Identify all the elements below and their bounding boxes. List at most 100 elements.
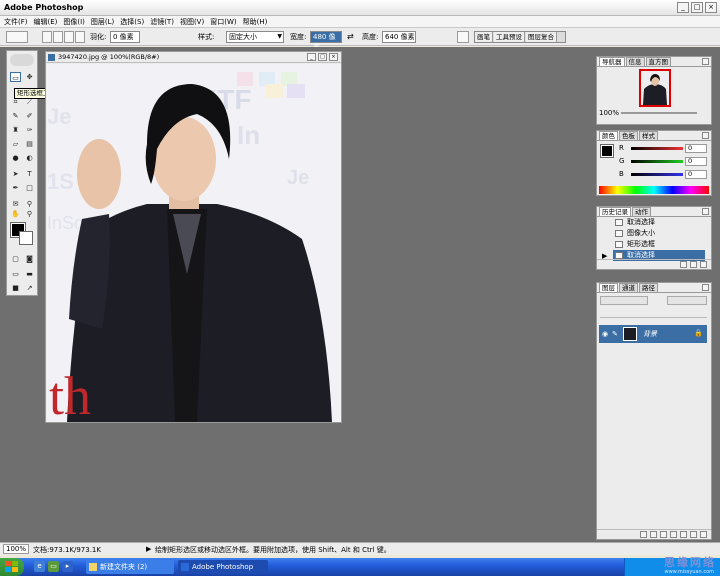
- zoom-tool-icon[interactable]: ⚲: [24, 209, 35, 219]
- dodge-tool-icon[interactable]: ◐: [24, 153, 35, 163]
- eraser-tool-icon[interactable]: ▱: [10, 139, 21, 149]
- tab-swatches[interactable]: 色板: [619, 131, 638, 140]
- blend-mode-select[interactable]: [600, 296, 648, 305]
- new-group-icon[interactable]: [670, 531, 677, 538]
- menu-filter[interactable]: 滤镜(T): [150, 16, 174, 27]
- tab-history[interactable]: 历史记录: [599, 207, 631, 216]
- navigator-zoom-value[interactable]: 100%: [599, 109, 619, 117]
- palette-well-tool-presets[interactable]: 工具预设: [494, 32, 525, 42]
- tab-paths[interactable]: 路径: [639, 283, 658, 292]
- panel-close-icon[interactable]: [702, 284, 709, 291]
- background-color-swatch[interactable]: [19, 231, 33, 245]
- healing-brush-icon[interactable]: ✎: [10, 111, 21, 121]
- subtract-selection-icon[interactable]: [64, 31, 74, 43]
- screen-mode-2-icon[interactable]: ▬: [24, 269, 35, 279]
- delete-layer-icon[interactable]: [700, 531, 707, 538]
- media-quicklaunch-icon[interactable]: ▸: [62, 561, 73, 572]
- doc-maximize-button[interactable]: □: [318, 53, 327, 61]
- swap-icon[interactable]: ⇄: [347, 31, 354, 43]
- channel-g-field[interactable]: 0: [685, 157, 707, 166]
- color-spectrum-bar[interactable]: [599, 186, 709, 194]
- history-item[interactable]: 图像大小: [613, 228, 705, 239]
- status-doc-size[interactable]: 文档:973.1K/973.1K: [33, 545, 101, 555]
- menu-window[interactable]: 窗口(W): [210, 16, 236, 27]
- new-document-icon[interactable]: [680, 261, 687, 268]
- tab-color[interactable]: 颜色: [599, 131, 618, 140]
- screen-mode-1-icon[interactable]: ▭: [10, 269, 21, 279]
- ie-quicklaunch-icon[interactable]: e: [34, 561, 45, 572]
- width-field[interactable]: 480 像素: [310, 31, 342, 51]
- task-new-folder[interactable]: 新建文件夹 (2): [86, 560, 174, 574]
- opacity-field[interactable]: [667, 296, 707, 305]
- status-zoom-field[interactable]: 100%: [3, 544, 29, 554]
- tab-layers[interactable]: 图层: [599, 283, 618, 292]
- lock-options-row[interactable]: [600, 309, 707, 318]
- type-tool-icon[interactable]: T: [24, 169, 35, 179]
- adobe-feather-icon[interactable]: [10, 54, 34, 66]
- trash-icon[interactable]: [700, 261, 707, 268]
- tab-styles[interactable]: 样式: [639, 131, 658, 140]
- link-layers-icon[interactable]: [640, 531, 647, 538]
- tab-channels[interactable]: 通道: [619, 283, 638, 292]
- history-item[interactable]: 矩形选框: [613, 239, 705, 250]
- channel-b-slider[interactable]: [631, 173, 683, 176]
- color-fg-swatch[interactable]: [600, 144, 614, 158]
- path-select-icon[interactable]: ➤: [10, 169, 21, 179]
- minimize-button[interactable]: _: [677, 2, 689, 13]
- panel-close-icon[interactable]: [702, 208, 709, 215]
- pen-tool-icon[interactable]: ✒: [10, 183, 21, 193]
- panel-close-icon[interactable]: [702, 132, 709, 139]
- feather-field[interactable]: 0 像素: [110, 31, 140, 43]
- move-tool-icon[interactable]: ✥: [24, 72, 35, 82]
- start-button[interactable]: [0, 558, 24, 576]
- style-select[interactable]: 固定大小 ▼: [226, 31, 284, 43]
- channel-r-field[interactable]: 0: [685, 144, 707, 153]
- menu-layer[interactable]: 图层(L): [91, 16, 114, 27]
- new-layer-icon[interactable]: [690, 531, 697, 538]
- add-selection-icon[interactable]: [53, 31, 63, 43]
- file-browser-icon[interactable]: [457, 31, 469, 43]
- menu-file[interactable]: 文件(F): [4, 16, 28, 27]
- document-window[interactable]: 3947420.jpg @ 100%(RGB/8#) _ □ × KTF In …: [45, 51, 342, 423]
- document-canvas[interactable]: KTF In Je 1S InSo Je Je: [47, 64, 341, 422]
- clone-stamp-icon[interactable]: ♜: [10, 125, 21, 135]
- new-selection-icon[interactable]: [42, 31, 52, 43]
- eyedropper-icon[interactable]: ⚲: [24, 199, 35, 209]
- document-title-bar[interactable]: 3947420.jpg @ 100%(RGB/8#) _ □ ×: [46, 52, 341, 63]
- layer-mask-icon[interactable]: [660, 531, 667, 538]
- marquee-tool-icon[interactable]: ▭: [10, 72, 21, 82]
- palette-well-layer-comps[interactable]: 图层复合: [526, 32, 557, 42]
- navigator-zoom-slider[interactable]: [621, 112, 697, 114]
- shape-tool-icon[interactable]: □: [24, 183, 35, 193]
- desktop-quicklaunch-icon[interactable]: ▭: [48, 561, 59, 572]
- intersect-selection-icon[interactable]: [75, 31, 85, 43]
- channel-b-field[interactable]: 0: [685, 170, 707, 179]
- height-field[interactable]: 640 像素: [382, 31, 416, 43]
- notes-tool-icon[interactable]: ✉: [10, 199, 21, 209]
- adjustment-layer-icon[interactable]: [680, 531, 687, 538]
- tab-actions[interactable]: 动作: [632, 207, 651, 216]
- tab-info[interactable]: 信息: [625, 57, 645, 66]
- panel-close-icon[interactable]: [702, 58, 709, 65]
- doc-minimize-button[interactable]: _: [307, 53, 316, 61]
- task-photoshop[interactable]: Adobe Photoshop: [178, 560, 268, 574]
- channel-r-slider[interactable]: [631, 147, 683, 150]
- tab-navigator[interactable]: 导航器: [599, 57, 625, 66]
- channel-g-slider[interactable]: [631, 160, 683, 163]
- quick-mask-icon[interactable]: ◙: [24, 254, 35, 264]
- screen-mode-3-icon[interactable]: ■: [10, 283, 21, 293]
- gradient-tool-icon[interactable]: ▤: [24, 139, 35, 149]
- close-button[interactable]: ×: [705, 2, 717, 13]
- status-menu-arrow-icon[interactable]: ▶: [146, 545, 151, 553]
- palette-well-brushes[interactable]: 画笔: [475, 32, 493, 42]
- history-brush-icon[interactable]: ✑: [24, 125, 35, 135]
- menu-help[interactable]: 帮助(H): [243, 16, 268, 27]
- navigator-thumbnail[interactable]: [639, 69, 671, 107]
- layer-style-icon[interactable]: [650, 531, 657, 538]
- menu-select[interactable]: 选择(S): [120, 16, 144, 27]
- menu-view[interactable]: 视图(V): [180, 16, 204, 27]
- hand-tool-icon[interactable]: ✋: [10, 209, 21, 219]
- tab-histogram[interactable]: 直方图: [645, 57, 671, 66]
- maximize-button[interactable]: □: [691, 2, 703, 13]
- brush-tool-icon[interactable]: ✐: [24, 111, 35, 121]
